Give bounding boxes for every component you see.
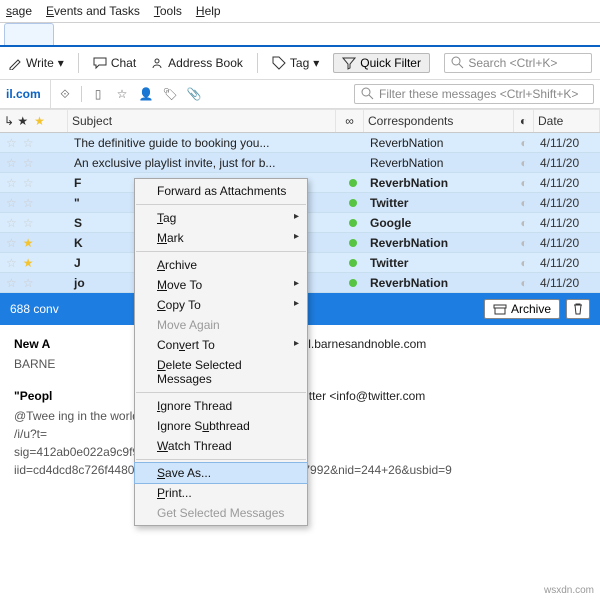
tab-strip [0,23,600,47]
unread-filter-icon[interactable]: ▯ [90,87,106,101]
search-input[interactable]: Search <Ctrl+K> [444,53,592,73]
menu-tools[interactable]: Tools [154,4,182,18]
folder-header: il.com ⟐ ▯ ☆ 👤 🏷 📎 Filter these messages… [0,80,600,109]
chat-icon [93,56,107,70]
menu-item-convert-to[interactable]: Convert To [135,335,307,355]
address-book-button[interactable]: Address Book [150,56,243,70]
menubar[interactable]: sage Events and Tasks Tools Help [0,0,600,23]
filter-icon [342,56,356,70]
column-headers[interactable]: ↳ ★ ★ Subject ∞ Correspondents ◐ Date [0,109,600,133]
tab-active[interactable] [4,23,54,45]
menu-item-get-selected-messages: Get Selected Messages [135,503,307,523]
quick-filter-bar: ⟐ ▯ ☆ 👤 🏷 📎 Filter these messages <Ctrl+… [50,80,600,108]
archive-icon [493,302,507,316]
menu-item-ignore-thread[interactable]: Ignore Thread [135,396,307,416]
menu-item-watch-thread[interactable]: Watch Thread [135,436,307,456]
menu-item-move-to[interactable]: Move To [135,275,307,295]
search-icon [451,56,465,70]
message-row[interactable]: ☆ ☆The definitive guide to booking you..… [0,133,600,153]
search-icon [361,87,375,101]
context-menu[interactable]: Forward as AttachmentsTagMarkArchiveMove… [134,178,308,526]
main-toolbar: Write ▾ Chat Address Book Tag ▾ Quick Fi… [0,47,600,80]
tag-filter-icon[interactable]: 🏷 [162,87,178,101]
filter-messages-input[interactable]: Filter these messages <Ctrl+Shift+K> [354,84,594,104]
tag-button[interactable]: Tag ▾ [272,56,319,70]
attachment-filter-icon[interactable]: 📎 [186,87,202,101]
menu-item-move-again: Move Again [135,315,307,335]
conversation-count: 688 conv [10,302,59,316]
folder-name[interactable]: il.com [0,81,50,107]
write-button[interactable]: Write ▾ [8,56,64,70]
menu-item-mark[interactable]: Mark [135,228,307,248]
quick-filter-button[interactable]: Quick Filter [333,53,430,73]
trash-icon [571,302,585,316]
pencil-icon [8,56,22,70]
archive-button[interactable]: Archive [484,299,560,319]
address-book-icon [150,56,164,70]
menu-item-copy-to[interactable]: Copy To [135,295,307,315]
menu-item-ignore-subthread[interactable]: Ignore Subthread [135,416,307,436]
menu-item-print-[interactable]: Print... [135,483,307,503]
tag-icon [272,56,286,70]
delete-button[interactable] [566,299,590,319]
chat-button[interactable]: Chat [93,56,136,70]
menu-item-save-as-[interactable]: Save As... [135,463,307,483]
star-filter-icon[interactable]: ☆ [114,87,130,101]
menu-events-and-tasks[interactable]: Events and Tasks [46,4,140,18]
menu-help[interactable]: Help [196,4,221,18]
menu-item-tag[interactable]: Tag [135,208,307,228]
message-row[interactable]: ☆ ☆An exclusive playlist invite, just fo… [0,153,600,173]
menu-sage[interactable]: sage [6,4,32,18]
pin-icon[interactable]: ⟐ [57,87,73,102]
menu-item-archive[interactable]: Archive [135,255,307,275]
contact-filter-icon[interactable]: 👤 [138,87,154,101]
menu-item-delete-selected-messages[interactable]: Delete Selected Messages [135,355,307,389]
watermark: wsxdn.com [544,585,594,596]
menu-item-forward-as-attachments[interactable]: Forward as Attachments [135,181,307,201]
